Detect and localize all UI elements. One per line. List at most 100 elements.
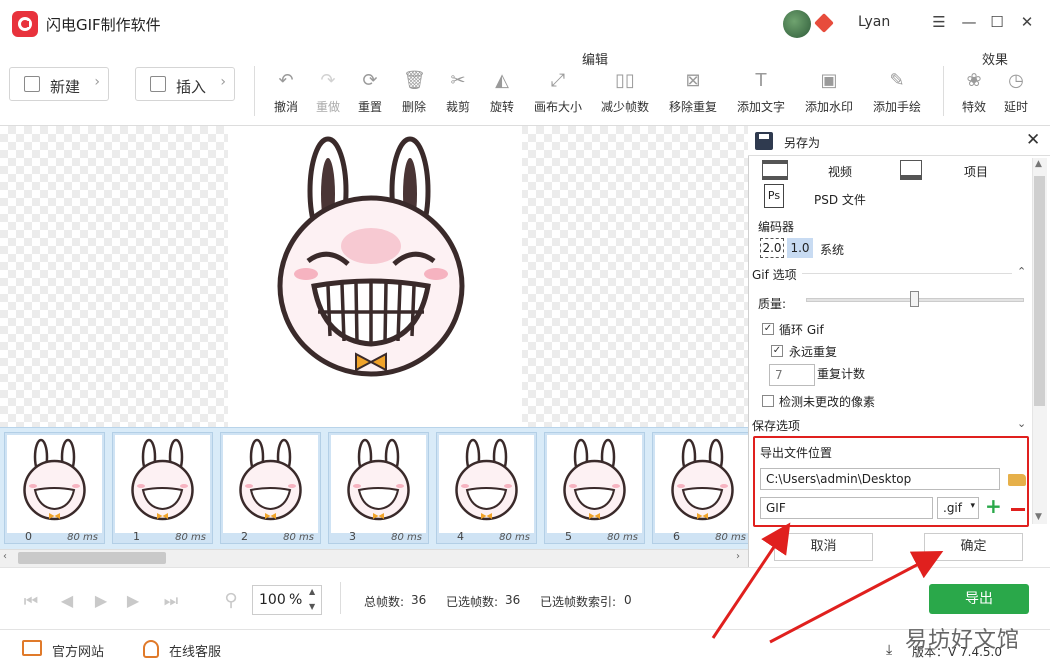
toolbar: 新建 › 插入 › 编辑 效果 ↶ 撤消 ↷ 重做 ⟳ 重置 🗑 删除 ✂ 裁剪 ◭ 旋转 …	[0, 46, 1050, 126]
psd-icon[interactable]: Ps	[764, 184, 784, 208]
online-support-link[interactable]: 在线客服	[169, 641, 221, 660]
minimize-icon[interactable]: —	[960, 12, 978, 32]
last-frame-icon[interactable]: ⏭	[160, 590, 182, 612]
tool-rotate[interactable]: ◭ 旋转	[472, 70, 532, 115]
tool-delay[interactable]: ◷ 延时	[986, 70, 1046, 115]
scroll-left-icon[interactable]: ‹	[3, 551, 7, 562]
forever-label: 永远重复	[789, 345, 838, 359]
tool-reduce-frames[interactable]: ▯▯ 减少帧数	[595, 70, 655, 115]
previous-frame-icon[interactable]: ◀	[56, 590, 78, 612]
effects-icon: ❀	[966, 70, 982, 91]
frame-thumbnail[interactable]: 6 80 ms	[652, 432, 753, 544]
tool-add-text[interactable]: T 添加文字	[731, 70, 791, 115]
reduce-frames-icon: ▯▯	[615, 70, 635, 91]
total-frames-label: 总帧数:	[364, 595, 405, 609]
project-format-icon[interactable]	[900, 160, 922, 180]
filename-input[interactable]: GIF	[760, 497, 933, 519]
zoom-unit: %	[289, 592, 303, 608]
timer-icon: ◷	[1008, 70, 1024, 91]
text-icon: T	[755, 70, 767, 91]
export-button[interactable]: 导出	[929, 584, 1029, 614]
frame-duration: 80 ms	[715, 532, 746, 543]
first-frame-icon[interactable]: ⏮	[20, 590, 42, 612]
ok-button[interactable]: 确定	[924, 533, 1023, 561]
watermark-icon: ▣	[820, 70, 838, 91]
tool-label: 添加手绘	[872, 100, 921, 114]
format-project-label[interactable]: 项目	[964, 163, 988, 180]
scissors-icon: ✂	[450, 70, 466, 91]
format-psd-label[interactable]: PSD 文件	[814, 191, 866, 208]
redo-icon: ↷	[320, 70, 336, 91]
watermark-text: 易坊好文馆	[905, 628, 1021, 653]
official-website-link[interactable]: 官方网站	[52, 641, 104, 660]
user-name[interactable]: Lyan	[858, 14, 890, 30]
forever-checkbox[interactable]: ✓	[771, 345, 783, 357]
frame-thumbnail[interactable]: 0 80 ms	[4, 432, 105, 544]
zoom-value: 100	[259, 592, 286, 608]
close-icon[interactable]: ✕	[1018, 12, 1036, 32]
next-frame-icon[interactable]: ▶	[122, 590, 144, 612]
export-location-label: 导出文件位置	[760, 446, 833, 460]
frame-thumbnail[interactable]: 2 80 ms	[220, 432, 321, 544]
export-path-input[interactable]: C:\Users\admin\Desktop	[760, 468, 1000, 490]
selected-index-label: 已选帧数索引:	[540, 595, 617, 609]
chevron-up-icon[interactable]: ⌃	[1017, 265, 1026, 278]
zoom-down-icon[interactable]: ▼	[309, 602, 315, 611]
maximize-icon[interactable]: ☐	[988, 12, 1006, 32]
encoder-1-0[interactable]: 1.0	[787, 238, 813, 258]
frame-duration: 80 ms	[175, 532, 206, 543]
tool-remove-duplicate[interactable]: ⊠ 移除重复	[663, 70, 723, 115]
download-icon: ⤓	[886, 642, 893, 658]
canvas-frame[interactable]	[228, 126, 522, 427]
folder-icon[interactable]	[1008, 474, 1026, 486]
zoom-up-icon[interactable]: ▲	[309, 587, 315, 596]
insert-button[interactable]: 插入 ›	[135, 67, 235, 101]
save-icon	[755, 132, 773, 150]
chevron-down-icon[interactable]: ⌄	[1017, 417, 1026, 430]
frame-number: 6	[673, 530, 680, 543]
extension-select[interactable]: .gif ▾	[937, 497, 979, 519]
tool-add-drawing[interactable]: ✎ 添加手绘	[867, 70, 927, 115]
remove-icon[interactable]	[1011, 508, 1025, 511]
tool-canvas-size[interactable]: ⤢ 画布大小	[528, 70, 588, 115]
quality-label: 质量:	[758, 297, 787, 311]
frame-thumbnail[interactable]: 5 80 ms	[544, 432, 645, 544]
quality-slider-thumb[interactable]	[910, 291, 919, 307]
zoom-icon: ⚲	[224, 590, 238, 611]
tool-label: 减少帧数	[600, 100, 649, 114]
panel-title: 另存为	[784, 136, 821, 150]
encoder-system[interactable]: 系统	[820, 241, 844, 258]
total-frames-value: 36	[411, 593, 427, 607]
detect-unchanged-checkbox[interactable]	[762, 395, 774, 407]
tool-label: 画布大小	[533, 100, 582, 114]
playback-bar	[0, 567, 1050, 629]
scroll-right-icon[interactable]: ›	[736, 551, 740, 562]
loop-gif-checkbox[interactable]: ✓	[762, 323, 774, 335]
frame-thumbnail[interactable]: 4 80 ms	[436, 432, 537, 544]
frame-number: 2	[241, 530, 248, 543]
menu-icon[interactable]: ☰	[930, 12, 948, 32]
add-icon[interactable]: +	[985, 496, 1002, 516]
cancel-button[interactable]: 取消	[774, 533, 873, 561]
repeat-count-input[interactable]: 7	[769, 364, 815, 386]
format-video-label[interactable]: 视频	[828, 163, 852, 180]
panel-scrollbar-thumb[interactable]	[1034, 176, 1045, 406]
frame-thumbnail[interactable]: 3 80 ms	[328, 432, 429, 544]
avatar[interactable]	[783, 10, 811, 38]
video-format-icon[interactable]	[762, 160, 788, 180]
frame-image	[655, 435, 750, 533]
scroll-down-icon[interactable]: ▼	[1035, 512, 1042, 522]
trash-icon: 🗑	[403, 70, 426, 91]
extension-value: .gif	[943, 501, 962, 515]
detect-unchanged-label: 检测未更改的像素	[779, 395, 876, 409]
encoder-2-0[interactable]: 2.0	[760, 238, 784, 258]
new-button[interactable]: 新建 ›	[9, 67, 109, 101]
panel-close-icon[interactable]: ✕	[1026, 130, 1040, 150]
frames-scrollbar-thumb[interactable]	[18, 552, 166, 564]
scroll-up-icon[interactable]: ▲	[1035, 159, 1042, 169]
tool-add-watermark[interactable]: ▣ 添加水印	[799, 70, 859, 115]
new-button-label: 新建	[50, 78, 81, 96]
frame-thumbnail[interactable]: 1 80 ms	[112, 432, 213, 544]
play-icon[interactable]: ▶	[90, 590, 112, 612]
playbar-divider	[340, 582, 341, 614]
